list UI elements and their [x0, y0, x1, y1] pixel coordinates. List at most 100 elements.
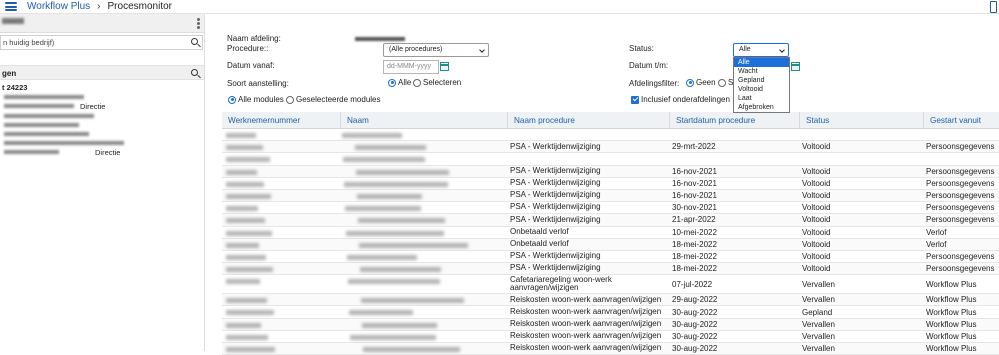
redacted-employee-number	[226, 133, 256, 138]
table-row[interactable]: Onbetaald verlof 10-mei-2022 Voltooid Verlo…	[222, 227, 999, 239]
redacted-text	[4, 123, 79, 127]
soort-aanstelling-label: Soort aanstelling:	[227, 79, 289, 88]
department-tree: t 24223 Directie Directie	[0, 80, 204, 200]
table-row[interactable]: Onbetaald verlof 18-mei-2022 Voltooid Verlo…	[222, 238, 999, 251]
company-search[interactable]	[0, 35, 203, 50]
table-row[interactable]: PSA - Werktijdenwijziging 16-nov-2021 Volt…	[222, 165, 999, 178]
afdelingsfilter-s-radio[interactable]: S	[718, 78, 733, 87]
redacted-name	[358, 218, 445, 224]
procedure-select-value: (Alle procedures)	[389, 46, 443, 53]
table-row[interactable]: Reiskosten woon-werk aanvragen/wijzigen 3…	[222, 306, 999, 319]
datum-tm-label: Datum t/m:	[629, 61, 669, 70]
calendar-icon[interactable]	[440, 62, 449, 71]
menu-icon[interactable]	[5, 2, 17, 11]
search-icon[interactable]	[191, 69, 198, 76]
table-row[interactable]: PSA - Werktijdenwijziging 29-mrt-2022 Volt…	[222, 141, 999, 154]
search-icon[interactable]	[191, 38, 198, 45]
column-header-gestart-vanuit[interactable]: Gestart vanuit	[923, 112, 999, 129]
more-options-icon[interactable]	[197, 18, 200, 29]
procedure-cell: PSA - Werktijdenwijziging	[510, 178, 601, 188]
soort-selecteren-radio[interactable]: Selecteren	[413, 78, 461, 87]
gestart-vanuit-cell: Persoonsgegevens	[926, 178, 995, 188]
checkbox-checked-icon[interactable]	[631, 95, 639, 104]
table-row[interactable]: Reiskosten woon-werk aanvragen/wijzigen 3…	[222, 343, 999, 355]
organization-panel: gen t 24223 Directie Directie	[0, 14, 205, 351]
table-row[interactable]: Reiskosten woon-werk aanvragen/wijzigen 3…	[222, 331, 999, 343]
table-header: Werknemernummer Naam Naam procedure Star…	[222, 112, 999, 129]
table-body: PSA - Werktijdenwijziging 29-mrt-2022 Volt…	[222, 129, 999, 355]
status-cell: Voltooid	[802, 264, 831, 274]
status-select[interactable]: Alle	[733, 43, 789, 57]
table-row[interactable]: Reiskosten woon-werk aanvragen/wijzigen 2…	[222, 294, 999, 307]
status-option[interactable]: Wacht	[734, 67, 789, 76]
geselecteerde-modules-radio[interactable]: Geselecteerde modules	[286, 95, 381, 104]
inclusief-onderafdelingen-checkbox[interactable]: Inclusief onderafdelingen	[631, 95, 730, 104]
table-row[interactable]: PSA - Werktijdenwijziging 18-mei-2022 Volt…	[222, 251, 999, 264]
procedure-cell	[507, 153, 669, 164]
status-option[interactable]: Alle	[734, 58, 789, 67]
document-icon[interactable]	[990, 1, 997, 13]
chevron-down-icon	[479, 47, 485, 53]
table-row[interactable]: PSA - Werktijdenwijziging 16-nov-2021 Volt…	[222, 189, 999, 203]
gestart-vanuit-cell: Persoonsgegevens	[926, 142, 995, 152]
radio-unselected-icon[interactable]	[286, 95, 294, 104]
procedure-cell: PSA - Werktijdenwijziging	[510, 251, 601, 261]
radio-selected-icon[interactable]	[228, 95, 236, 104]
radio-selected-icon[interactable]	[388, 78, 396, 87]
status-option[interactable]: Gepland	[734, 76, 789, 85]
afdelingsfilter-geen-radio[interactable]: Geen	[686, 78, 716, 87]
radio-unselected-icon[interactable]	[718, 78, 726, 87]
company-search-input[interactable]	[1, 36, 181, 49]
alle-modules-radio[interactable]: Alle modules	[228, 95, 284, 104]
calendar-icon[interactable]	[791, 62, 800, 71]
redacted-name	[347, 254, 417, 260]
breadcrumb-app[interactable]: Workflow Plus	[27, 1, 90, 12]
status-cell: Voltooid	[802, 178, 831, 188]
status-cell: Voltooid	[802, 227, 831, 237]
redacted-employee-number	[226, 169, 257, 175]
status-cell	[799, 129, 923, 140]
status-cell: Vervallen	[802, 295, 835, 305]
radio-selected-icon[interactable]	[686, 78, 694, 87]
gestart-vanuit-cell: Workflow Plus	[926, 307, 977, 317]
table-row[interactable]	[222, 129, 999, 142]
datum-vanaf-input[interactable]: dd-MMM-yyyy	[383, 60, 439, 74]
status-cell: Voltooid	[802, 251, 831, 261]
redacted-name	[360, 267, 441, 273]
naam-afdeling-label: Naam afdeling:	[227, 34, 281, 43]
column-header-werknemernummer[interactable]: Werknemernummer	[222, 112, 340, 129]
column-header-startdatum[interactable]: Startdatum procedure	[669, 112, 799, 129]
procedure-select[interactable]: (Alle procedures)	[383, 43, 489, 57]
tree-root-label[interactable]: t 24223	[2, 83, 27, 92]
tree-item-label[interactable]: Directie	[95, 148, 120, 157]
redacted-name	[349, 310, 413, 316]
table-row[interactable]: Reiskosten woon-werk aanvragen/wijzigen 3…	[222, 318, 999, 331]
table-row[interactable]: PSA - Werktijdenwijziging 18-mei-2022 Volt…	[222, 263, 999, 276]
gestart-vanuit-cell	[923, 153, 999, 164]
table-row[interactable]	[222, 153, 999, 166]
table-row[interactable]: PSA - Werktijdenwijziging 21-apr-2022 Volt…	[222, 214, 999, 227]
table-row[interactable]: Cafetariaregeling woon-werk aanvragen/wi…	[222, 275, 999, 295]
status-option[interactable]: Afgebroken	[734, 103, 789, 112]
status-cell: Voltooid	[802, 191, 831, 201]
procedure-cell: PSA - Werktijdenwijziging	[510, 190, 601, 200]
status-option[interactable]: Voltooid	[734, 85, 789, 94]
panel-header	[0, 14, 204, 33]
column-header-naam-procedure[interactable]: Naam procedure	[507, 112, 669, 129]
redacted-name	[355, 145, 426, 151]
soort-alle-radio[interactable]: Alle	[388, 78, 411, 87]
gestart-vanuit-cell: Persoonsgegevens	[926, 203, 995, 213]
redacted-employee-number	[226, 193, 271, 199]
radio-label: Alle	[398, 78, 412, 87]
radio-unselected-icon[interactable]	[413, 78, 421, 87]
redacted-text	[4, 114, 94, 118]
status-option[interactable]: Laat	[734, 94, 789, 103]
column-header-status[interactable]: Status	[799, 112, 923, 129]
column-header-naam[interactable]: Naam	[340, 112, 507, 129]
tree-item-label[interactable]: Directie	[80, 102, 105, 111]
table-row[interactable]: PSA - Werktijdenwijziging 30-nov-2021 Volt…	[222, 202, 999, 215]
radio-label: Geselecteerde modules	[296, 95, 381, 104]
status-cell: Voltooid	[802, 166, 831, 176]
table-row[interactable]: PSA - Werktijdenwijziging 16-nov-2021 Volt…	[222, 178, 999, 190]
page-title: Procesmonitor	[107, 1, 172, 12]
